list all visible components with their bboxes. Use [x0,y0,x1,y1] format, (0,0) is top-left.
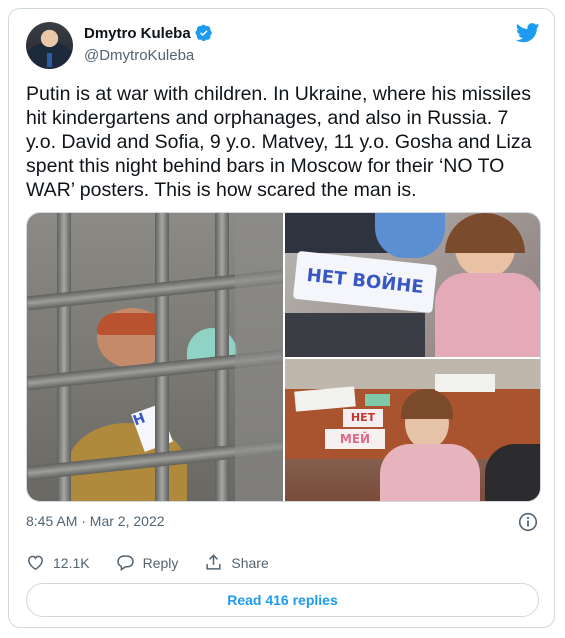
twitter-bird-icon[interactable] [516,23,540,43]
author-handle[interactable]: @DmytroKuleba [84,47,194,64]
read-replies-button[interactable]: Read 416 replies [26,583,539,617]
sign-net: НЕТ [343,409,383,427]
avatar[interactable] [26,22,73,69]
author-name[interactable]: Dmytro Kuleba [84,25,191,42]
read-replies-label: Read 416 replies [227,592,338,608]
sign-no-to-war-text: НЕТ ВОЙНЕ [305,264,425,299]
sign-mei: МЕЙ [325,429,385,449]
reply-label: Reply [142,554,179,571]
photo-children-behind-bars[interactable]: Н [27,213,283,501]
media-grid[interactable]: Н НЕТ ВОЙНЕ НЕТ МЕЙ [26,212,541,502]
heart-icon [28,555,43,571]
share-label: Share [231,554,269,571]
sign-mei-text: МЕЙ [339,432,371,446]
share-icon [206,554,221,570]
tweet-text: Putin is at war with children. In Ukrain… [26,83,532,201]
photo-girl-at-table[interactable]: НЕТ МЕЙ [285,359,540,501]
action-bar: 12.1K Reply Share [26,553,295,572]
sign-net-text: НЕТ [350,411,376,424]
info-icon[interactable] [518,512,538,532]
tweet-card: Dmytro Kuleba @DmytroKuleba Putin is at … [8,8,555,628]
share-button[interactable]: Share [204,553,269,572]
sign-no-to-war: НЕТ ВОЙНЕ [292,250,438,314]
reply-bubble-icon [116,555,134,571]
like-count: 12.1K [53,554,90,571]
tweet-timestamp[interactable]: 8:45 AM · Mar 2, 2022 [26,513,165,529]
reply-button[interactable]: Reply [116,553,179,572]
photo-no-to-war-sign[interactable]: НЕТ ВОЙНЕ [285,213,540,357]
author-name-row[interactable]: Dmytro Kuleba [84,24,213,42]
verified-badge-icon [195,24,212,42]
like-button[interactable]: 12.1K [26,553,90,572]
